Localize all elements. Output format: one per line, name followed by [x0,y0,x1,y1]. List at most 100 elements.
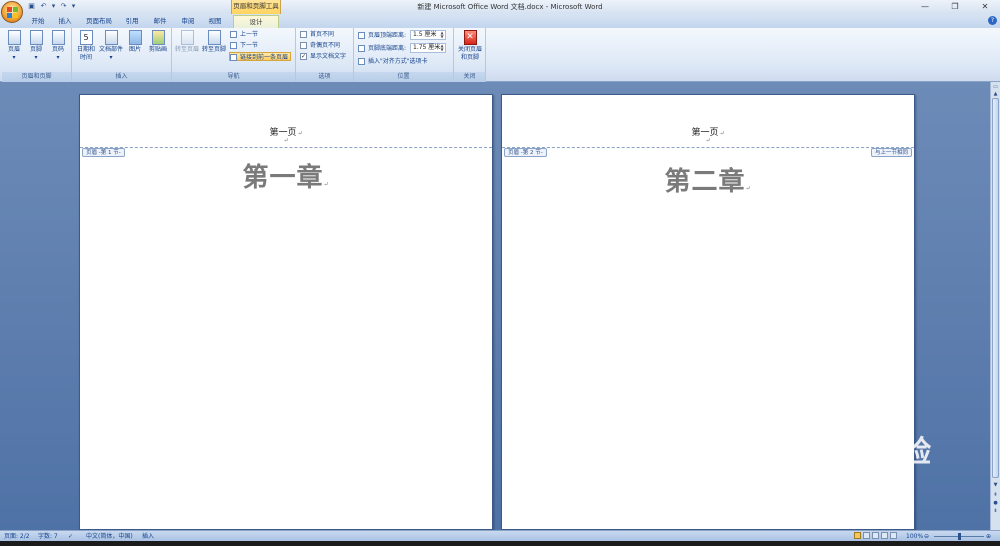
scroll-thumb[interactable] [992,98,999,478]
link-icon [230,54,237,61]
zoom-in-icon[interactable]: ⊕ [986,532,991,541]
office-button[interactable] [1,1,23,23]
date-time-button[interactable]: 5 日期和时间 [75,30,97,62]
different-first-page-label: 首页不同 [310,31,335,38]
spinner-arrows-icon[interactable]: ▲ ▼ [439,44,445,52]
show-document-text-label: 显示文档文字 [310,53,347,60]
vertical-scrollbar[interactable]: ▭ ▲ ▼ ⇞ ● ⇟ [990,82,1000,530]
picture-icon [128,30,142,45]
different-odd-even-label: 奇偶页不同 [310,42,341,49]
next-section-icon [230,42,237,49]
header-top-value: 1.5 厘米 [413,31,437,38]
page-1-chapter-heading[interactable]: 第一章↵ [80,157,492,194]
calendar-icon: 5 [79,30,93,45]
chapter-text: 第一章 [242,163,324,193]
group-position: 页眉顶端距离: 1.5 厘米 ▲ ▼ 页脚底端距离: 1.75 厘米 ▲ ▼ 插入"… [354,28,454,82]
footer-button[interactable]: 页脚 ▾ [26,30,46,62]
footer-icon [29,30,43,45]
restore-button[interactable]: ❐ [940,0,970,14]
close-header-footer-button[interactable]: ✕ 关闭页眉和页脚 [457,30,483,62]
outline-view-icon[interactable] [881,532,888,539]
header-top-spinner[interactable]: 1.5 厘米 ▲ ▼ [410,30,446,40]
insert-alignment-tab-button[interactable]: 插入"对齐方式"选项卡 [358,57,428,66]
zoom-level[interactable]: 100% [906,532,923,541]
quick-parts-button[interactable]: 文档部件 ▾ [98,30,124,62]
ribbon-tabs: 开始 插入 页面布局 引用 邮件 审阅 视图 设计 [0,14,1000,28]
tab-home[interactable]: 开始 [28,15,48,28]
window-controls: — ❐ ✕ [910,0,1000,14]
close-window-button[interactable]: ✕ [970,0,1000,14]
page-number-button-label: 页码 [51,46,64,53]
select-browse-object-icon[interactable]: ● [992,500,999,507]
zoom-slider-thumb[interactable] [958,533,961,540]
proofing-icon[interactable]: ✓ [68,532,73,541]
tab-review[interactable]: 审阅 [178,15,198,28]
group-label-insert: 插入 [72,72,171,82]
spinner-arrows-icon[interactable]: ▲ ▼ [439,31,445,39]
tab-page-layout[interactable]: 页面布局 [84,15,114,28]
next-section-button[interactable]: 下一节 [230,41,258,50]
alignment-tab-icon [358,58,365,65]
header-boundary-line [80,147,492,148]
goto-footer-label: 转至页脚 [202,46,227,53]
tab-insert[interactable]: 插入 [55,15,75,28]
tab-mailings[interactable]: 邮件 [150,15,170,28]
insert-alignment-tab-label: 插入"对齐方式"选项卡 [368,58,428,65]
footer-button-label: 页脚 [29,46,42,53]
previous-page-icon[interactable]: ⇞ [992,492,999,499]
tab-design[interactable]: 设计 [233,15,279,28]
full-screen-reading-icon[interactable] [863,532,870,539]
language-status[interactable]: 中文(简体，中国) [86,532,133,541]
paragraph-mark-icon: ↵ [705,137,711,144]
goto-header-button[interactable]: 转至页眉 [175,30,199,54]
page-1-header[interactable]: 第一页↵ ↵ [80,125,492,144]
previous-section-button[interactable]: 上一节 [230,30,258,39]
different-first-page-checkbox[interactable]: 首页不同 [300,30,334,39]
undo-icon[interactable]: ↶ [39,2,48,11]
scroll-up-icon[interactable]: ▲ [992,91,999,98]
goto-footer-button[interactable]: 转至页脚 [202,30,226,54]
clip-art-button[interactable]: 剪贴画 [147,30,169,54]
header-button[interactable]: 页眉 ▾ [4,30,24,62]
print-layout-icon[interactable] [854,532,861,539]
goto-header-icon [180,30,194,45]
view-buttons [854,532,897,539]
next-page-icon[interactable]: ⇟ [992,508,999,515]
group-label-close: 关闭 [454,72,485,82]
page-1[interactable]: 第一页↵ ↵ 页眉 -第 1 节- 第一章↵ [79,94,493,530]
footer-bottom-spinner[interactable]: 1.75 厘米 ▲ ▼ [410,43,446,53]
show-document-text-checkbox[interactable]: ✓ 显示文档文字 [300,52,346,61]
ruler-toggle-icon[interactable]: ▭ [992,84,999,91]
word-count[interactable]: 字数: 7 [38,532,58,541]
group-navigation: 转至页眉 转至页脚 上一节 下一节 链接到前一条页眉 导航 [172,28,296,82]
undo-dropdown-icon[interactable]: ▾ [51,2,56,11]
header-top-distance-label: 页眉顶端距离: [358,31,406,40]
picture-button[interactable]: 图片 [125,30,145,54]
help-icon[interactable]: ? [988,16,997,25]
quick-access-toolbar: ▣ ↶ ▾ ↷ ▾ [27,2,76,11]
link-to-previous-label: 链接到前一条页眉 [240,54,289,61]
header-distance-icon [358,32,365,39]
zoom-out-icon[interactable]: ⊖ [924,532,929,541]
minimize-button[interactable]: — [910,0,940,14]
page-count[interactable]: 页面: 2/2 [4,532,30,541]
draft-view-icon[interactable] [890,532,897,539]
save-icon[interactable]: ▣ [27,2,36,11]
picture-label: 图片 [128,46,141,53]
redo-icon[interactable]: ↷ [59,2,68,11]
page-2-chapter-heading[interactable]: 第二章↵ [502,161,914,198]
previous-section-icon [230,31,237,38]
different-odd-even-checkbox[interactable]: 奇偶页不同 [300,41,340,50]
group-label-navigation: 导航 [172,72,295,82]
web-layout-icon[interactable] [872,532,879,539]
page-2-header[interactable]: 第一页↵ ↵ [502,125,914,144]
customize-qat-icon[interactable]: ▾ [71,2,76,11]
link-to-previous-button[interactable]: 链接到前一条页眉 [229,52,292,61]
page-number-button[interactable]: 页码 ▾ [48,30,68,62]
scroll-down-icon[interactable]: ▼ [992,482,999,489]
tab-references[interactable]: 引用 [122,15,142,28]
insert-mode-status[interactable]: 插入 [142,532,154,541]
chapter-text: 第二章 [664,167,746,197]
group-label-position: 位置 [354,72,453,82]
tab-view[interactable]: 视图 [205,15,225,28]
